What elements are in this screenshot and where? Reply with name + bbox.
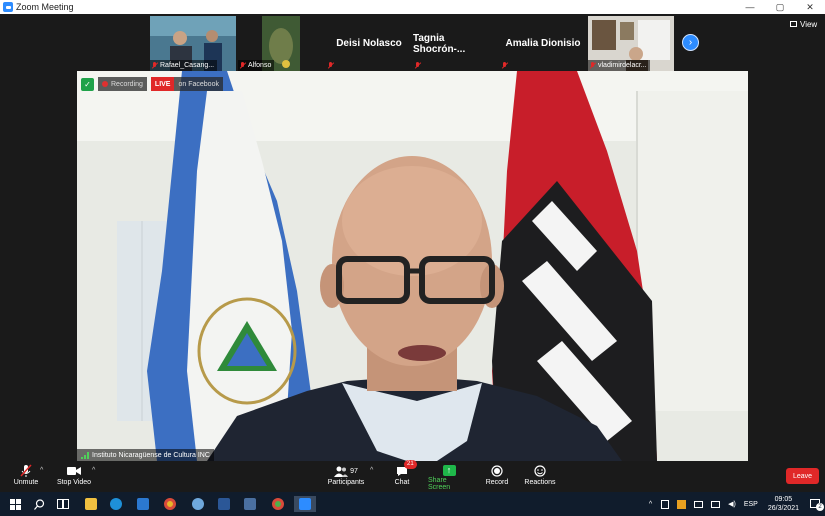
signal-strength-icon: [81, 451, 89, 459]
task-view-icon[interactable]: [55, 496, 71, 512]
reactions-smiley-icon: [534, 463, 546, 479]
maximize-button[interactable]: ▢: [765, 0, 795, 14]
mic-off-icon: [240, 62, 246, 69]
paint-icon[interactable]: [190, 496, 206, 512]
window-title-bar: Zoom Meeting — ▢ ✕: [0, 0, 825, 14]
mic-off-icon: [415, 62, 421, 69]
windows-start-icon[interactable]: [7, 496, 23, 512]
chrome-window-icon[interactable]: [270, 496, 286, 512]
notifications-button[interactable]: 2: [805, 492, 825, 516]
participants-icon: 97: [334, 463, 358, 479]
input-language[interactable]: ESP: [744, 501, 758, 508]
video-camera-icon: [67, 463, 81, 479]
tray-chevron-up-icon[interactable]: ^: [649, 501, 652, 508]
microphone-muted-icon: [20, 463, 32, 479]
reactions-button[interactable]: Reactions: [524, 463, 556, 491]
participant-tile[interactable]: vladimirdelacr...: [588, 16, 674, 71]
windows-taskbar: ^ ◀) ESP 09:05 26/3/2021 2: [0, 492, 825, 516]
zoom-taskbar-icon[interactable]: [294, 496, 316, 512]
taskbar-clock[interactable]: 09:05 26/3/2021: [768, 495, 799, 513]
participant-strip: Rafael_Casang... Alfonso Deisi Nolasco T…: [0, 14, 825, 71]
participant-name: vladimirdelacr...: [588, 60, 650, 71]
window-title: Zoom Meeting: [16, 2, 74, 12]
word-icon[interactable]: [216, 496, 232, 512]
zoom-logo-icon: [3, 2, 13, 12]
participant-tile[interactable]: Alfonso: [238, 16, 324, 71]
chat-unread-badge: 21: [404, 460, 417, 469]
close-button[interactable]: ✕: [795, 0, 825, 14]
minimize-button[interactable]: —: [735, 0, 765, 14]
participants-button[interactable]: 97 Participants: [326, 463, 366, 491]
photos-icon[interactable]: [242, 496, 258, 512]
meeting-toolbar: Unmute ^ Stop Video ^ 97 Participants ^ …: [0, 460, 825, 492]
participant-name: Rafael_Casang...: [150, 60, 218, 71]
view-label: View: [800, 19, 818, 29]
mic-off-icon: [152, 62, 158, 69]
window-controls: — ▢ ✕: [735, 0, 825, 14]
edge-browser-icon[interactable]: [108, 496, 124, 512]
speaker-video-frame: [77, 71, 748, 461]
clock-date: 26/3/2021: [767, 505, 799, 512]
recording-dot-icon: [102, 81, 108, 87]
tray-app-icon[interactable]: [661, 499, 670, 509]
main-speaker-video: [77, 71, 748, 461]
participant-name: [326, 60, 337, 71]
participants-count: 97: [350, 467, 358, 475]
participants-options-chevron-icon[interactable]: ^: [370, 467, 373, 474]
security-shield-icon[interactable]: ✓: [81, 77, 94, 91]
live-platform-label: on Facebook: [174, 77, 223, 91]
participant-name: Alfonso: [238, 60, 275, 71]
participant-tile[interactable]: Tagnia Shocrón-...: [413, 16, 499, 71]
tray-volume-icon[interactable]: ◀): [728, 500, 736, 508]
chrome-icon[interactable]: [162, 496, 178, 512]
participant-name: [500, 60, 511, 71]
clock-time: 09:05: [774, 496, 793, 503]
tray-network-icon[interactable]: [694, 500, 704, 508]
mic-off-icon: [590, 62, 596, 69]
participant-display-name: Amalia Dionisio: [505, 38, 581, 49]
share-screen-button[interactable]: ↑ Share Screen: [428, 463, 470, 491]
participant-display-name: Deisi Nolasco: [336, 38, 402, 49]
notification-count: 2: [816, 503, 824, 511]
stop-video-button[interactable]: Stop Video: [56, 463, 92, 491]
leave-meeting-button[interactable]: Leave: [786, 468, 819, 484]
audio-options-chevron-icon[interactable]: ^: [40, 467, 43, 474]
participant-tile[interactable]: Amalia Dionisio: [500, 16, 586, 71]
mail-icon[interactable]: [135, 496, 151, 512]
participant-tile[interactable]: Deisi Nolasco: [326, 16, 412, 71]
search-icon[interactable]: [31, 496, 47, 512]
system-tray: ^ ◀) ESP 09:05 26/3/2021 2: [644, 492, 825, 516]
speaker-name-label: Instituto Nicaragüense de Cultura INC: [77, 449, 214, 461]
file-explorer-icon[interactable]: [83, 496, 99, 512]
participant-display-name: Tagnia Shocrón-...: [413, 32, 466, 55]
view-button[interactable]: View: [790, 17, 817, 31]
live-badge[interactable]: LIVE: [150, 77, 175, 91]
record-icon: [491, 463, 503, 479]
participant-tile[interactable]: Rafael_Casang...: [150, 16, 236, 71]
video-options-chevron-icon[interactable]: ^: [92, 467, 95, 474]
view-grid-icon: [790, 21, 797, 27]
tray-alert-icon[interactable]: [677, 499, 687, 509]
unmute-button[interactable]: Unmute: [12, 463, 40, 491]
record-button[interactable]: Record: [484, 463, 510, 491]
mic-off-icon: [502, 62, 508, 69]
tray-display-icon[interactable]: [711, 500, 721, 508]
participant-name: [413, 60, 424, 71]
chat-button[interactable]: 21 Chat: [390, 460, 417, 491]
share-screen-icon: ↑: [442, 464, 456, 476]
recording-indicator[interactable]: Recording: [98, 77, 147, 91]
mic-off-icon: [328, 62, 334, 69]
chat-bubble-icon: 21: [396, 460, 417, 479]
next-page-button[interactable]: ›: [682, 34, 699, 51]
recording-status-bar: ✓ Recording LIVE on Facebook: [81, 77, 223, 91]
